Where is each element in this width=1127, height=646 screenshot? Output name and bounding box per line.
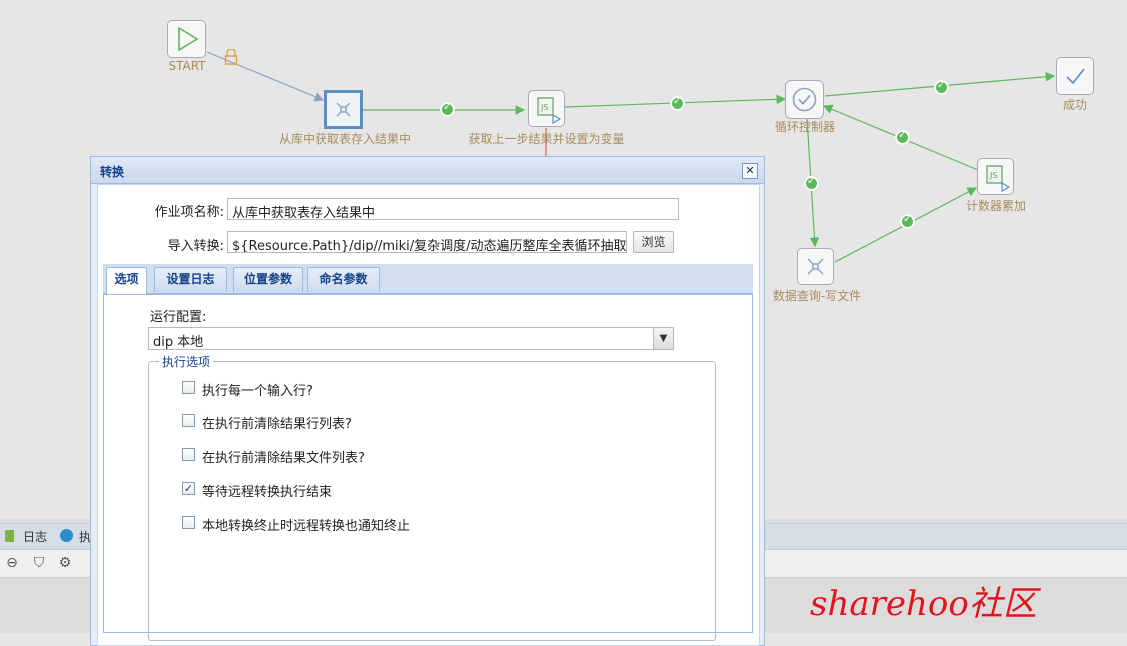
transformation-icon [807, 258, 824, 275]
checkbox[interactable] [182, 516, 195, 529]
exec-options-group [148, 361, 716, 641]
run-config-value: dip 本地 [153, 335, 204, 350]
tab-named-params[interactable]: 命名参数 [307, 267, 380, 292]
dialog-tabbar: 选项 设置日志 位置参数 命名参数 [103, 264, 753, 294]
log-icon [5, 530, 14, 542]
job-name-label: 作业项名称: [154, 205, 224, 220]
node-query-write-label: 数据查询-写文件 [772, 289, 862, 303]
checkbox-label: 在执行前清除结果行列表? [202, 417, 352, 432]
minus-circle-icon[interactable]: ⊖ [4, 555, 20, 571]
filter-icon[interactable]: ⛉ [31, 555, 47, 571]
check-circle-icon [792, 87, 817, 112]
tab-logging[interactable]: 设置日志 [154, 267, 227, 292]
checkbox[interactable] [182, 414, 195, 427]
node-query-write[interactable] [797, 248, 834, 285]
hop-success-badge[interactable] [804, 176, 819, 191]
close-icon[interactable]: ✕ [742, 163, 758, 179]
checkbox-label: 在执行前清除结果文件列表? [202, 451, 365, 466]
svg-text:JS: JS [989, 171, 997, 180]
dialog-title: 转换 [100, 165, 125, 179]
hop-success-badge[interactable] [670, 96, 685, 111]
node-loop-controller-label: 循环控制器 [774, 120, 835, 134]
node-set-vars-label: 获取上一步结果并设置为变量 [468, 132, 625, 146]
checkbox-checked[interactable]: ✓ [182, 482, 195, 495]
node-counter-label: 计数器累加 [965, 199, 1026, 213]
play-icon [178, 26, 199, 52]
checkbox[interactable] [182, 381, 195, 394]
browse-button[interactable]: 浏览 [633, 231, 674, 253]
node-counter[interactable]: JS [977, 158, 1014, 195]
hop-success-badge[interactable] [900, 214, 915, 229]
svg-text:JS: JS [540, 103, 548, 112]
checkbox-label: 本地转换终止时远程转换也通知终止 [202, 519, 411, 534]
watermark: sharehoo社区 [810, 584, 1037, 624]
node-start[interactable] [167, 20, 206, 58]
node-success-label: 成功 [1062, 98, 1087, 112]
transformation-icon [336, 102, 351, 117]
dialog-header: 转换 ✕ [91, 157, 764, 184]
checkbox-label: 等待远程转换执行结束 [202, 485, 333, 500]
node-success[interactable] [1056, 57, 1094, 95]
checkbox[interactable] [182, 448, 195, 461]
node-loop-controller[interactable] [785, 80, 824, 119]
exec-options-legend: 执行选项 [159, 353, 214, 370]
javascript-icon: JS [537, 97, 562, 125]
lock-icon [224, 48, 238, 65]
hop-success-badge[interactable] [895, 130, 910, 145]
run-config-label: 运行配置: [150, 310, 207, 325]
javascript-icon: JS [986, 165, 1011, 193]
hop-success-badge[interactable] [934, 80, 949, 95]
clock-icon [60, 529, 73, 542]
hop-success-badge[interactable] [440, 102, 455, 117]
tab-position-params[interactable]: 位置参数 [233, 267, 303, 292]
checkmark-icon [1066, 68, 1085, 85]
import-transformation-field[interactable]: ${Resource.Path}/dip//miki/复杂调度/动态遍历整库全表… [227, 231, 627, 253]
tab-options[interactable]: 选项 [106, 267, 147, 294]
checkbox-label: 执行每一个输入行? [202, 384, 313, 399]
job-name-field[interactable]: 从库中获取表存入结果中 [227, 198, 679, 220]
gear-icon[interactable]: ⚙ [57, 555, 73, 571]
node-set-vars[interactable]: JS [528, 90, 565, 127]
node-get-tables[interactable] [324, 90, 363, 129]
tab-log[interactable]: 日志 [23, 528, 47, 545]
import-transformation-label: 导入转换: [167, 239, 224, 254]
node-get-tables-label: 从库中获取表存入结果中 [278, 132, 411, 146]
chevron-down-icon[interactable]: ▼ [653, 328, 673, 349]
node-start-label: START [168, 59, 206, 73]
run-config-select[interactable]: dip 本地 ▼ [148, 327, 674, 350]
